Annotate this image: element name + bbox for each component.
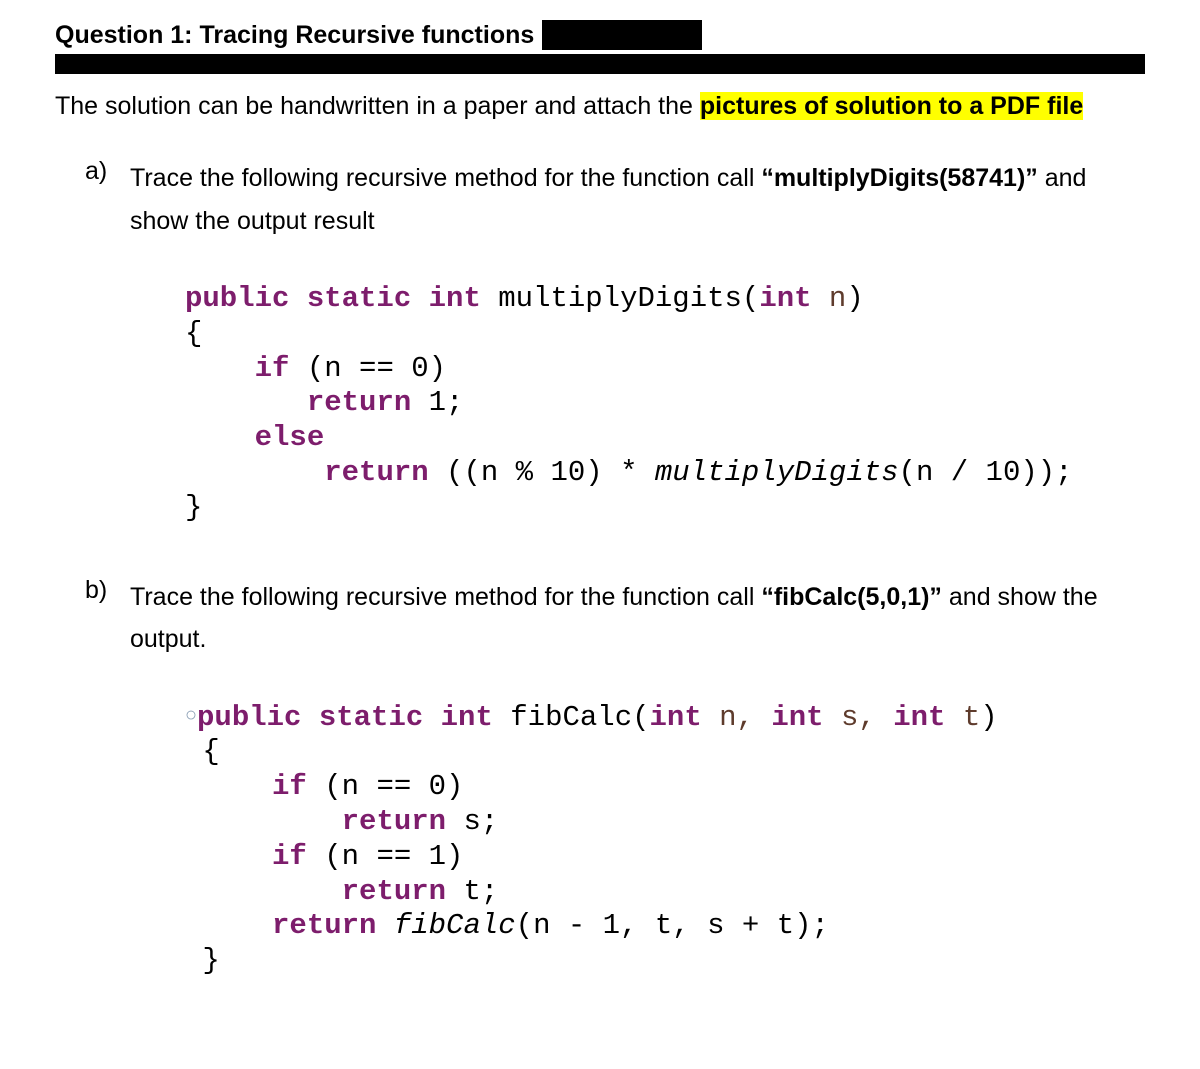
redaction-box-small [542, 20, 702, 50]
part-a-content: Trace the following recursive method for… [130, 157, 1145, 242]
code-a-open: { [185, 317, 202, 350]
part-b-call: “fibCalc(5,0,1)” [761, 583, 942, 611]
part-a: a) Trace the following recursive method … [85, 157, 1145, 242]
code-b-ret3-kw: return [272, 909, 376, 942]
title-row: Question 1: Tracing Recursive functions [55, 20, 1145, 50]
code-a-sig-kw2: int [759, 282, 811, 315]
question-title: Question 1: Tracing Recursive functions [55, 21, 534, 50]
code-a-ret2-call: multiplyDigits [655, 456, 899, 489]
code-b-if2-expr: (n == 1) [307, 840, 464, 873]
breakpoint-icon: ○ [185, 705, 197, 728]
code-a-sig-close: ) [846, 282, 863, 315]
code-a-close: } [185, 491, 202, 524]
code-b-if1-kw: if [272, 770, 307, 803]
code-a-else-kw: else [255, 421, 325, 454]
code-a-sig-kw1: public static int [185, 282, 481, 315]
part-b-content: Trace the following recursive method for… [130, 576, 1145, 661]
part-b: b) Trace the following recursive method … [85, 576, 1145, 661]
part-a-call: “multiplyDigits(58741)” [761, 164, 1037, 192]
code-b-open: { [202, 735, 219, 768]
code-b-ret3-args: (n - 1, t, s + t); [516, 909, 829, 942]
code-b-close: } [202, 944, 219, 977]
part-a-label: a) [85, 157, 130, 186]
part-b-label: b) [85, 576, 130, 605]
code-a-if-kw: if [255, 352, 290, 385]
redaction-rule [55, 54, 1145, 74]
code-b-ret3-call: fibCalc [376, 909, 515, 942]
code-b-sig-kw2: int [650, 701, 702, 734]
code-block-b: ○public static int fibCalc(int n, int s,… [185, 701, 1145, 979]
code-a-ret1-val: 1; [411, 386, 463, 419]
code-b-sig-v1: n, [702, 701, 772, 734]
code-a-if-expr: (n == 0) [289, 352, 446, 385]
code-b-ret1-kw: return [342, 805, 446, 838]
code-b-sig-close: ) [980, 701, 997, 734]
code-b-if1-expr: (n == 0) [307, 770, 464, 803]
code-b-sig-v3: t [945, 701, 980, 734]
code-b-sig-fn: fibCalc( [493, 701, 650, 734]
code-a-ret2-a: ((n % 10) * [429, 456, 655, 489]
code-a-sig-var: n [812, 282, 847, 315]
intro-text: The solution can be handwritten in a pap… [55, 92, 1145, 121]
intro-highlight: pictures of solution to a PDF file [700, 92, 1083, 120]
code-a-sig-fn: multiplyDigits( [481, 282, 759, 315]
page-root: Question 1: Tracing Recursive functions … [0, 0, 1200, 1069]
code-a-ret1-kw: return [307, 386, 411, 419]
code-a-ret2-b: (n / 10)); [899, 456, 1073, 489]
code-b-sig-kw1: public static int [197, 701, 493, 734]
part-b-pre: Trace the following recursive method for… [130, 583, 761, 611]
code-b-sig-kw3: int [771, 701, 823, 734]
intro-pre: The solution can be handwritten in a pap… [55, 92, 700, 120]
code-a-ret2-kw: return [324, 456, 428, 489]
code-b-sig-kw4: int [893, 701, 945, 734]
code-b-sig-v2: s, [824, 701, 894, 734]
code-b-ret2-val: t; [446, 875, 498, 908]
code-block-a: public static int multiplyDigits(int n) … [185, 282, 1145, 526]
code-b-ret1-val: s; [446, 805, 498, 838]
code-b-ret2-kw: return [342, 875, 446, 908]
code-b-if2-kw: if [272, 840, 307, 873]
part-a-pre: Trace the following recursive method for… [130, 164, 761, 192]
